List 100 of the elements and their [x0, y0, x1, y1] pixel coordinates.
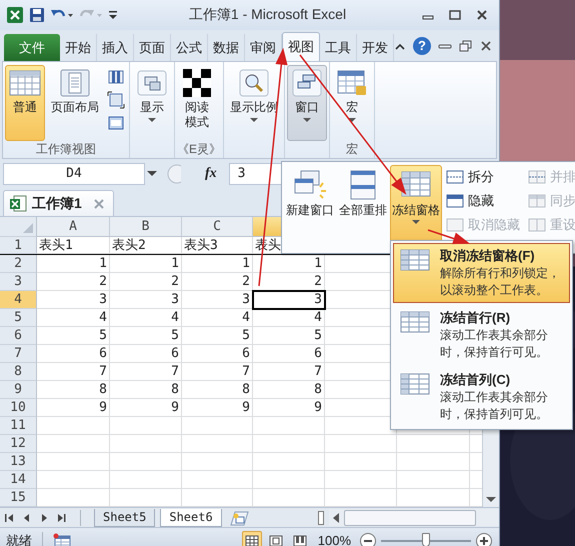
- row-header[interactable]: 10: [0, 399, 37, 417]
- table-cell: 4: [253, 309, 325, 327]
- menu-item[interactable]: 取消冻结窗格(F) 解除所有行和列锁定，以滚动整个工作表。: [393, 243, 570, 303]
- ribbon-tab[interactable]: 视图: [282, 32, 320, 61]
- pane-icon: [446, 218, 464, 232]
- table-cell: 6: [110, 345, 182, 363]
- book-icon[interactable]: [107, 69, 125, 85]
- row-header[interactable]: 14: [0, 471, 37, 489]
- group-label: 《E灵》: [177, 141, 222, 158]
- table-cell: 9: [182, 399, 253, 417]
- table-cell: 7: [253, 363, 325, 381]
- table-cell: 7: [182, 363, 253, 381]
- table-cell: [182, 453, 253, 471]
- table-cell: 5: [253, 327, 325, 345]
- row-header[interactable]: 9: [0, 381, 37, 399]
- checkerboard-icon: [181, 69, 213, 97]
- table-cell: 3: [182, 291, 253, 309]
- row-header[interactable]: 8: [0, 363, 37, 381]
- table-cell: 7: [37, 363, 110, 381]
- sheet-tab[interactable]: Sheet5: [94, 508, 156, 526]
- pane-icon: [446, 170, 464, 184]
- table-cell: [182, 471, 253, 489]
- menu-item[interactable]: 冻结首列(C) 滚动工作表其余部分时，保持首列可见。: [393, 367, 570, 427]
- view-button[interactable]: [242, 530, 262, 546]
- zoom-in-icon[interactable]: [475, 532, 493, 546]
- name-box[interactable]: D4: [3, 163, 145, 185]
- first-sheet-icon[interactable]: [4, 512, 16, 522]
- page-frame-icon[interactable]: [107, 91, 125, 109]
- horizontal-scrollbar[interactable]: [329, 509, 499, 526]
- save-icon[interactable]: [29, 7, 45, 23]
- ribbon-button[interactable]: 冻结窗格: [390, 165, 442, 243]
- last-sheet-icon[interactable]: [55, 512, 67, 522]
- ribbon-button[interactable]: 全部重排: [337, 165, 389, 243]
- zoom-out-icon[interactable]: [359, 532, 377, 546]
- row-header[interactable]: 15: [0, 489, 37, 507]
- table-cell: [325, 453, 397, 471]
- zoom-slider-thumb[interactable]: [422, 532, 430, 546]
- table-icon: [400, 309, 430, 335]
- close-icon: [476, 10, 488, 20]
- row-header[interactable]: 7: [0, 345, 37, 363]
- record-macro-icon[interactable]: [53, 532, 71, 546]
- table-cell: 6: [182, 345, 253, 363]
- row-header[interactable]: 4: [0, 291, 37, 309]
- close-icon[interactable]: [480, 40, 492, 52]
- table-cell: [325, 435, 397, 453]
- ribbon-button[interactable]: 窗口: [287, 65, 328, 141]
- restore-icon[interactable]: [459, 40, 473, 52]
- menu-item[interactable]: 冻结首行(R) 滚动工作表其余部分时，保持首行可见。: [393, 305, 570, 365]
- group-label: 工作簿视图: [35, 141, 97, 158]
- table-cell: 3: [253, 291, 325, 309]
- ribbon-button[interactable]: 隐藏: [446, 189, 520, 212]
- scroll-left-icon[interactable]: [333, 512, 339, 522]
- ribbon-button[interactable]: 显示: [132, 65, 172, 141]
- table-cell: 5: [182, 327, 253, 345]
- window-title: 工作簿1 - Microsoft Excel: [188, 6, 348, 24]
- ribbon-button[interactable]: 普通: [5, 65, 45, 141]
- table-cell: [110, 471, 182, 489]
- ribbon-button[interactable]: 拆分: [446, 165, 520, 188]
- workbook-tab[interactable]: 工作簿1: [3, 190, 114, 216]
- table-cell: [253, 417, 325, 435]
- zoom-level[interactable]: 100%: [318, 533, 351, 546]
- table-cell: 1: [182, 255, 253, 273]
- table-cell: 表头3: [182, 237, 253, 254]
- split-handle-icon[interactable]: [318, 510, 324, 524]
- table-cell: 5: [110, 327, 182, 345]
- table-cell: 表头1: [37, 237, 110, 254]
- table-cell: 3: [37, 291, 110, 309]
- insert-function-button[interactable]: fx: [205, 166, 217, 182]
- caret-icon[interactable]: [147, 171, 157, 177]
- table-cell: [182, 417, 253, 435]
- ribbon-button[interactable]: 页面布局: [47, 65, 103, 141]
- table-cell: [110, 453, 182, 471]
- column-header[interactable]: A: [37, 217, 110, 237]
- scroll-down-icon[interactable]: [486, 497, 496, 503]
- column-header[interactable]: B: [110, 217, 182, 237]
- page-icon: [59, 69, 91, 97]
- file-tab[interactable]: 文件: [4, 34, 60, 61]
- row-header[interactable]: 12: [0, 435, 37, 453]
- row-header[interactable]: 6: [0, 327, 37, 345]
- row-header[interactable]: 13: [0, 453, 37, 471]
- row-header[interactable]: 11: [0, 417, 37, 435]
- table-cell: 1: [110, 255, 182, 273]
- table-cell: 9: [37, 399, 110, 417]
- sheet-tab[interactable]: Sheet6: [160, 508, 222, 526]
- table-cell: 表头2: [110, 237, 182, 254]
- ribbon-button[interactable]: 阅读模式: [177, 65, 217, 141]
- help-button[interactable]: ?: [413, 36, 431, 54]
- row-header[interactable]: 2: [0, 255, 37, 273]
- row-header[interactable]: 1: [0, 237, 37, 254]
- row-header[interactable]: 5: [0, 309, 37, 327]
- column-header[interactable]: C: [182, 217, 253, 237]
- status-text: 就绪: [6, 532, 32, 546]
- windows-icon: [291, 69, 324, 97]
- pane-icon: [528, 170, 546, 184]
- table-cell: 9: [253, 399, 325, 417]
- row-header[interactable]: 3: [0, 273, 37, 291]
- spreadsheet-file-icon: [9, 194, 27, 212]
- table-cell: 2: [182, 273, 253, 291]
- customize-caret-icon[interactable]: [108, 8, 118, 22]
- fullscreen-icon[interactable]: [107, 115, 125, 131]
